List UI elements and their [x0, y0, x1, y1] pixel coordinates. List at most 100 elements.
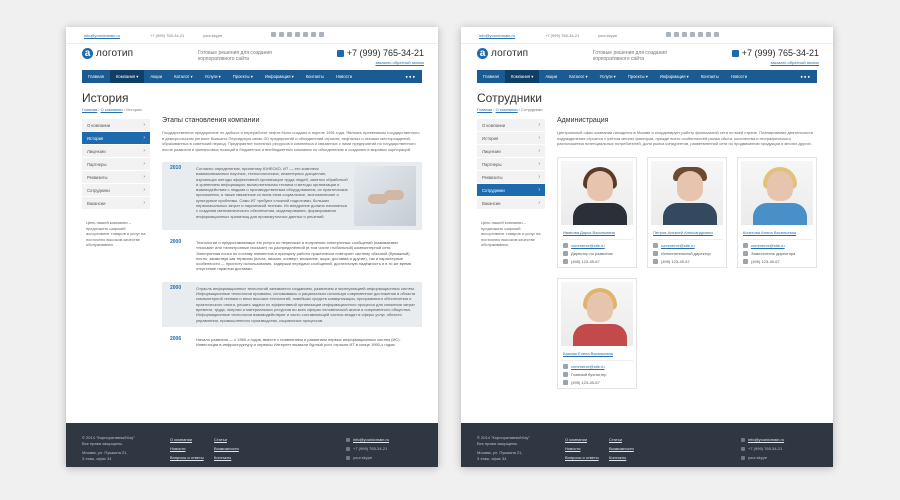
nav-item[interactable]: Контакты	[695, 70, 725, 83]
sidebar-item-licenses[interactable]: Лицензии ›	[477, 145, 545, 158]
main-nav: Главная Компания ▾ Акции Каталог ▾ Услуг…	[477, 70, 817, 83]
footer-link[interactable]: Вопросы и ответы	[565, 453, 599, 462]
sidebar-item-history[interactable]: История ›	[82, 132, 150, 145]
vk-icon[interactable]	[271, 32, 276, 37]
page-title: Сотрудники	[477, 91, 542, 105]
odnoklassniki-icon[interactable]	[311, 32, 316, 37]
email-link[interactable]: info@yourdomain.ru	[479, 33, 515, 38]
footer-email[interactable]: info@yourdomain.ru	[748, 437, 784, 442]
nav-item[interactable]: Компания ▾	[504, 70, 540, 83]
footer-link[interactable]: Возможности	[609, 444, 634, 453]
sidebar-item-staff[interactable]: Сотрудники ›	[477, 184, 545, 197]
instagram-icon[interactable]	[319, 32, 324, 37]
sidebar-item-about[interactable]: О компании ›	[82, 119, 150, 132]
footer-link[interactable]: Возможности	[214, 444, 239, 453]
sidebar-item-requisites[interactable]: Реквизиты ›	[477, 171, 545, 184]
timeline-year: 2006	[170, 335, 182, 342]
staff-email[interactable]: commerce@site.ru	[661, 243, 695, 248]
nav-item[interactable]: Главная	[477, 70, 505, 83]
sidebar-item-staff[interactable]: Сотрудники ›	[82, 184, 150, 197]
nav-item[interactable]: Информация ▾	[654, 70, 695, 83]
section-title: Администрация	[557, 117, 609, 124]
nav-item[interactable]: Проекты ▾	[622, 70, 654, 83]
nav-more-button[interactable]: ●●●	[399, 70, 422, 83]
nav-item[interactable]: Услуги ▾	[199, 70, 227, 83]
footer-link[interactable]: Вопросы и ответы	[170, 453, 204, 462]
phone-icon	[743, 258, 748, 264]
header-phone: +7 (999) 765-34-21	[336, 48, 424, 58]
facebook-icon[interactable]	[674, 32, 679, 37]
chevron-right-icon: ›	[143, 161, 145, 167]
twitter-icon[interactable]	[287, 32, 292, 37]
breadcrumb-company[interactable]: О компании	[101, 107, 123, 112]
staff-phone: (495) 123-45-67	[571, 379, 600, 385]
nav-item[interactable]: Информация ▾	[259, 70, 300, 83]
nav-item[interactable]: Новости	[725, 70, 753, 83]
chevron-right-icon: ›	[143, 122, 145, 128]
sidebar-item-history[interactable]: История ›	[477, 132, 545, 145]
footer-link[interactable]: Новости	[565, 444, 599, 453]
callback-link[interactable]: заказать обратный звонок	[375, 60, 424, 65]
sidebar-item-partners[interactable]: Партнеры ›	[82, 158, 150, 171]
phone-icon	[346, 446, 350, 451]
sidebar-item-licenses[interactable]: Лицензии ›	[82, 145, 150, 158]
chevron-right-icon: ›	[143, 148, 145, 154]
staff-name[interactable]: Кочетова Алена Васильевна	[741, 228, 813, 240]
timeline-year: 2010	[170, 165, 182, 171]
twitter-icon[interactable]	[682, 32, 687, 37]
nav-item[interactable]: Главная	[82, 70, 110, 83]
staff-name[interactable]: Иванова Дарья Васильевна	[561, 228, 633, 240]
footer-link[interactable]: Контакты	[609, 453, 634, 462]
staff-card: Быкова Елена Васильевна commerce@site.ru…	[557, 277, 637, 389]
youtube-icon[interactable]	[690, 32, 695, 37]
staff-email[interactable]: commerce@site.ru	[751, 243, 785, 248]
nav-item[interactable]: Акции	[539, 70, 563, 83]
mailru-icon[interactable]	[698, 32, 703, 37]
chevron-right-icon: ›	[143, 174, 145, 180]
staff-email[interactable]: commerce@site.ru	[571, 364, 605, 369]
nav-item[interactable]: Акции	[144, 70, 168, 83]
nav-item[interactable]: Каталог ▾	[563, 70, 594, 83]
nav-item[interactable]: Проекты ▾	[227, 70, 259, 83]
vk-icon[interactable]	[666, 32, 671, 37]
sidebar-item-about[interactable]: О компании ›	[477, 119, 545, 132]
instagram-icon[interactable]	[714, 32, 719, 37]
footer-link[interactable]: О компании	[565, 435, 599, 444]
sidebar-item-requisites[interactable]: Реквизиты ›	[82, 171, 150, 184]
facebook-icon[interactable]	[279, 32, 284, 37]
chevron-right-icon: ›	[143, 200, 145, 206]
mail-icon	[563, 242, 568, 248]
mailru-icon[interactable]	[303, 32, 308, 37]
logo[interactable]: a логотип	[82, 48, 133, 59]
footer-link[interactable]: Статьи	[214, 435, 239, 444]
email-link[interactable]: info@yourdomain.ru	[84, 33, 120, 38]
nav-item[interactable]: Контакты	[300, 70, 330, 83]
nav-more-button[interactable]: ●●●	[794, 70, 817, 83]
nav-item[interactable]: Новости	[330, 70, 358, 83]
breadcrumb-home[interactable]: Главная	[477, 107, 492, 112]
chevron-right-icon: ›	[538, 187, 540, 193]
sidebar-item-vacancies[interactable]: Вакансии ›	[82, 197, 150, 210]
footer-link[interactable]: Новости	[170, 444, 204, 453]
footer-link[interactable]: О компании	[170, 435, 204, 444]
site-header: a логотип Готовые решения для создания ко…	[461, 44, 833, 70]
sidebar-item-partners[interactable]: Партнеры ›	[477, 158, 545, 171]
staff-email[interactable]: commerce@site.ru	[571, 243, 605, 248]
footer-link[interactable]: Статьи	[609, 435, 634, 444]
logo[interactable]: a логотип	[477, 48, 528, 59]
callback-link[interactable]: заказать обратный звонок	[770, 60, 819, 65]
sidebar-item-vacancies[interactable]: Вакансии ›	[477, 197, 545, 210]
staff-name[interactable]: Быкова Елена Васильевна	[561, 349, 633, 361]
footer-email[interactable]: info@yourdomain.ru	[353, 437, 389, 442]
nav-item[interactable]: Услуги ▾	[594, 70, 622, 83]
footer-link[interactable]: Контакты	[214, 453, 239, 462]
footer-address: Москва, ул. Пушкина 21, 3 этаж, офис 34	[477, 450, 523, 461]
odnoklassniki-icon[interactable]	[706, 32, 711, 37]
nav-item[interactable]: Каталог ▾	[168, 70, 199, 83]
nav-item[interactable]: Компания ▾	[109, 70, 145, 83]
breadcrumb-home[interactable]: Главная	[82, 107, 97, 112]
staff-name[interactable]: Петров Алексей Александрович	[651, 228, 723, 240]
staff-photo	[741, 160, 813, 225]
breadcrumb-company[interactable]: О компании	[496, 107, 518, 112]
youtube-icon[interactable]	[295, 32, 300, 37]
